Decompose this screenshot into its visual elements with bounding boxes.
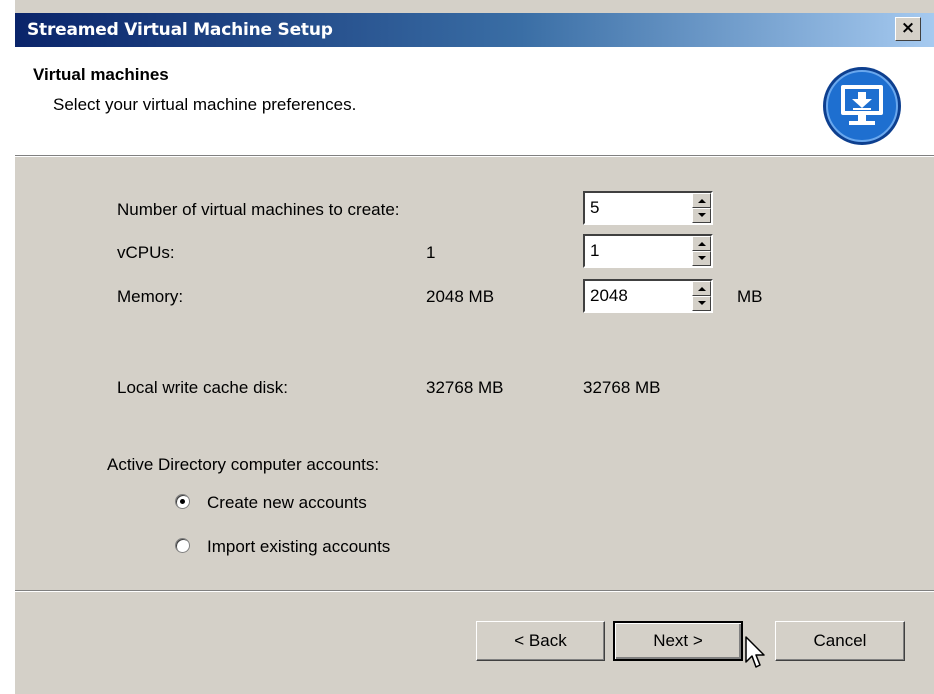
cancel-button[interactable]: Cancel <box>775 621 905 661</box>
wizard-header: Virtual machines Select your virtual mac… <box>15 47 934 155</box>
computer-download-icon <box>823 67 901 145</box>
page-title: Virtual machines <box>33 65 169 84</box>
spin-up-button[interactable] <box>692 281 711 296</box>
cache-disk-default: 32768 MB <box>426 378 504 397</box>
arrow-down-icon <box>698 256 706 260</box>
memory-default: 2048 MB <box>426 287 495 306</box>
header-divider <box>15 155 934 157</box>
import-accounts-label[interactable]: Import existing accounts <box>207 537 390 557</box>
back-button[interactable]: < Back <box>476 621 605 661</box>
spin-up-button[interactable] <box>692 193 711 208</box>
memory-spin-buttons <box>692 281 711 311</box>
spin-down-button[interactable] <box>692 296 711 311</box>
num-vms-value[interactable]: 5 <box>590 198 599 218</box>
close-icon: × <box>900 18 916 38</box>
num-vms-spinbox[interactable]: 5 <box>583 191 713 225</box>
num-vms-label: Number of virtual machines to create: <box>117 200 400 219</box>
arrow-down-icon <box>698 301 706 305</box>
memory-spinbox[interactable]: 2048 <box>583 279 713 313</box>
arrow-up-icon <box>698 287 706 291</box>
cache-disk-value: 32768 MB <box>583 378 661 397</box>
arrow-up-icon <box>698 242 706 246</box>
cache-disk-label: Local write cache disk: <box>117 378 289 397</box>
memory-value[interactable]: 2048 <box>590 286 628 306</box>
ad-accounts-label: Active Directory computer accounts: <box>107 455 380 474</box>
num-vms-spin-buttons <box>692 193 711 223</box>
memory-label: Memory: <box>117 287 184 306</box>
vcpus-default: 1 <box>426 243 436 262</box>
page-subtitle: Select your virtual machine preferences. <box>53 95 357 114</box>
radio-selected-dot <box>180 499 185 504</box>
vcpus-spin-buttons <box>692 236 711 266</box>
vcpus-spinbox[interactable]: 1 <box>583 234 713 268</box>
footer-divider <box>15 590 934 592</box>
setup-window: Streamed Virtual Machine Setup × Virtual… <box>14 0 934 694</box>
mouse-pointer-icon <box>745 636 765 668</box>
arrow-down-icon <box>698 213 706 217</box>
spin-down-button[interactable] <box>692 208 711 223</box>
next-button[interactable]: Next > <box>613 621 743 661</box>
vcpus-value[interactable]: 1 <box>590 241 599 261</box>
arrow-up-icon <box>698 199 706 203</box>
spin-down-button[interactable] <box>692 251 711 266</box>
spin-up-button[interactable] <box>692 236 711 251</box>
title-bar[interactable]: Streamed Virtual Machine Setup × <box>15 13 934 47</box>
create-accounts-radio[interactable] <box>175 494 190 509</box>
memory-unit: MB <box>737 287 763 306</box>
close-button[interactable]: × <box>895 17 921 41</box>
window-title: Streamed Virtual Machine Setup <box>27 20 333 40</box>
import-accounts-radio[interactable] <box>175 538 190 553</box>
create-accounts-label[interactable]: Create new accounts <box>207 493 367 513</box>
vcpus-label: vCPUs: <box>117 243 175 262</box>
